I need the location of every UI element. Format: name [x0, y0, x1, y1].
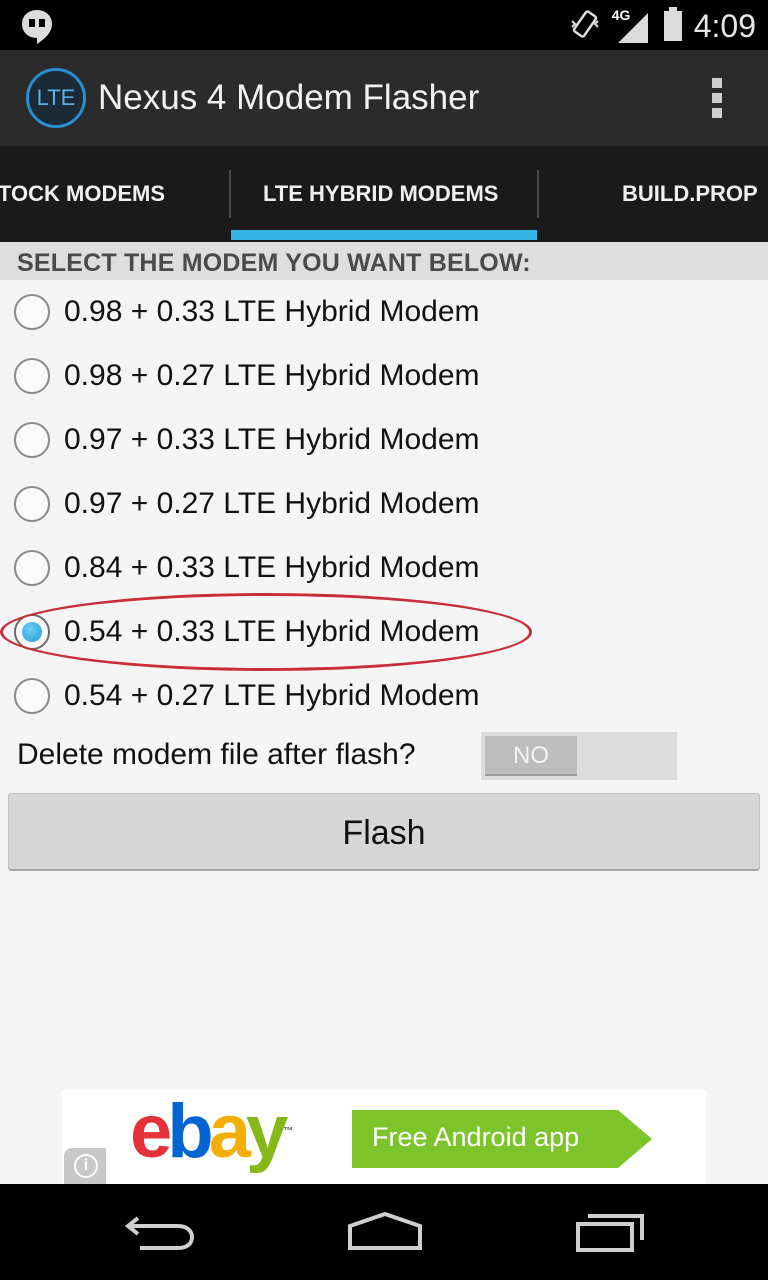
radio-button[interactable] — [14, 422, 50, 458]
modem-option-label: 0.98 + 0.27 LTE Hybrid Modem — [64, 359, 480, 392]
info-icon: i — [74, 1154, 98, 1178]
back-icon[interactable] — [124, 1210, 196, 1259]
modem-option-label: 0.84 + 0.33 LTE Hybrid Modem — [64, 551, 480, 584]
signal-icon: 4G — [611, 6, 652, 45]
section-header: SELECT THE MODEM YOU WANT BELOW: — [0, 242, 768, 280]
modem-option-label: 0.97 + 0.33 LTE Hybrid Modem — [64, 423, 480, 456]
ad-cta-button[interactable]: Free Android app — [352, 1110, 652, 1168]
recents-icon[interactable] — [574, 1210, 646, 1259]
tab-selected-indicator — [231, 230, 537, 240]
radio-button[interactable] — [14, 678, 50, 714]
ebay-logo: ebay™ — [130, 1089, 294, 1174]
radio-button[interactable] — [14, 550, 50, 586]
modem-option-label: 0.54 + 0.27 LTE Hybrid Modem — [64, 679, 480, 712]
ad-cta-label: Free Android app — [372, 1122, 580, 1152]
battery-icon — [662, 6, 684, 47]
modem-option-label: 0.54 + 0.33 LTE Hybrid Modem — [64, 615, 480, 648]
modem-option[interactable]: 0.98 + 0.33 LTE Hybrid Modem — [0, 280, 560, 344]
radio-button[interactable] — [14, 294, 50, 330]
tab-divider — [229, 170, 231, 218]
status-time: 4:09 — [693, 8, 756, 44]
hangouts-icon — [20, 8, 54, 51]
radio-button[interactable] — [14, 358, 50, 394]
home-icon[interactable] — [346, 1210, 424, 1259]
tab-bar: TOCK MODEMS LTE HYBRID MODEMS BUILD.PROP — [0, 146, 768, 242]
navigation-bar — [0, 1184, 768, 1280]
tab-build-prop[interactable]: BUILD.PROP — [622, 146, 758, 242]
action-bar: LTE Nexus 4 Modem Flasher — [0, 50, 768, 146]
ad-info-button[interactable]: i — [64, 1148, 106, 1184]
toggle-thumb[interactable]: NO — [485, 736, 577, 776]
tab-lte-hybrid-modems[interactable]: LTE HYBRID MODEMS — [263, 146, 498, 242]
radio-button-checked[interactable] — [14, 614, 50, 650]
network-type-label: 4G — [611, 6, 631, 23]
modem-option[interactable]: 0.97 + 0.33 LTE Hybrid Modem — [0, 408, 560, 472]
modem-option[interactable]: 0.97 + 0.27 LTE Hybrid Modem — [0, 472, 560, 536]
delete-file-toggle[interactable]: NO — [481, 732, 677, 780]
radio-button[interactable] — [14, 486, 50, 522]
modem-option-label: 0.97 + 0.27 LTE Hybrid Modem — [64, 487, 480, 520]
app-title: Nexus 4 Modem Flasher — [98, 78, 480, 117]
app-logo-icon[interactable]: LTE — [26, 68, 86, 128]
vibrate-icon — [568, 7, 602, 46]
status-bar: 4G 4:09 — [0, 0, 768, 50]
flash-button[interactable]: Flash — [8, 793, 760, 871]
modem-option[interactable]: 0.98 + 0.27 LTE Hybrid Modem — [0, 344, 560, 408]
overflow-menu-icon[interactable] — [712, 78, 724, 118]
main-content: SELECT THE MODEM YOU WANT BELOW: 0.98 + … — [0, 242, 768, 1184]
modem-option[interactable]: 0.54 + 0.27 LTE Hybrid Modem — [0, 664, 560, 728]
modem-option-selected[interactable]: 0.54 + 0.33 LTE Hybrid Modem — [0, 600, 560, 664]
modem-option-label: 0.98 + 0.33 LTE Hybrid Modem — [64, 295, 480, 328]
tab-stock-modems[interactable]: TOCK MODEMS — [0, 146, 165, 242]
ad-banner[interactable]: i ebay™ Free Android app — [62, 1090, 706, 1184]
section-header-text: SELECT THE MODEM YOU WANT BELOW: — [17, 249, 531, 277]
tab-divider — [537, 170, 539, 218]
modem-option[interactable]: 0.84 + 0.33 LTE Hybrid Modem — [0, 536, 560, 600]
delete-file-label: Delete modem file after flash? — [17, 738, 416, 771]
